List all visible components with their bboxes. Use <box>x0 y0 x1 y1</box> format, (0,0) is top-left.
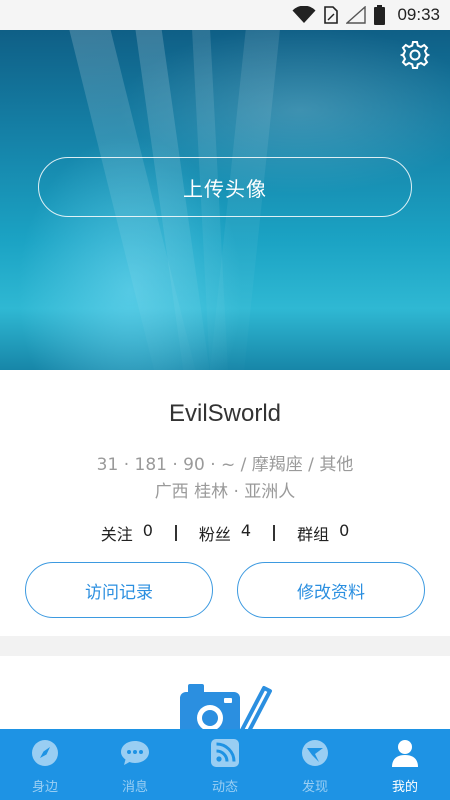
tab-label: 消息 <box>121 780 148 795</box>
compass-icon <box>31 739 59 771</box>
tab-nearby[interactable]: 身边 <box>0 729 90 800</box>
edit-profile-button[interactable]: 修改资料 <box>237 562 425 618</box>
wifi-icon <box>292 6 316 24</box>
discover-icon <box>300 739 330 771</box>
visit-record-button[interactable]: 访问记录 <box>25 562 213 618</box>
tab-label: 身边 <box>31 780 58 795</box>
person-icon <box>391 739 419 771</box>
stat-label: 群组 <box>297 525 330 544</box>
profile-card: EvilSworld 31 · 181 · 90 · ~ / 摩羯座 / 其他 … <box>0 370 450 636</box>
stat-value: 0 <box>339 521 350 540</box>
stat-value: 0 <box>142 521 153 540</box>
gear-icon <box>399 40 431 74</box>
stat-following[interactable]: 关注 0 <box>101 521 153 545</box>
stats-row: 关注 0 粉丝 4 群组 0 <box>0 521 450 545</box>
profile-location-line: 广西 桂林 · 亚洲人 <box>154 482 296 502</box>
stat-groups[interactable]: 群组 0 <box>297 521 349 545</box>
upload-avatar-button[interactable]: 上传头像 <box>38 157 412 217</box>
tab-discover[interactable]: 发现 <box>270 729 360 800</box>
rss-feed-icon <box>211 739 239 771</box>
stat-label: 关注 <box>100 525 133 544</box>
sim-card-icon <box>324 6 339 24</box>
status-time: 09:33 <box>397 5 440 24</box>
bottom-tab-bar: 身边 消息 动态 发现 我的 <box>0 729 450 800</box>
tab-feed[interactable]: 动态 <box>180 729 270 800</box>
signal-icon <box>346 6 367 24</box>
tab-mine[interactable]: 我的 <box>360 729 450 800</box>
profile-info-line: 31 · 181 · 90 · ~ / 摩羯座 / 其他 <box>96 455 354 475</box>
stat-value: 4 <box>240 521 252 540</box>
stat-fans[interactable]: 粉丝 4 <box>199 521 251 545</box>
divider <box>273 525 276 541</box>
chat-bubble-icon <box>120 739 150 771</box>
battery-icon <box>374 5 386 25</box>
tab-label: 发现 <box>301 780 328 795</box>
tab-label: 动态 <box>211 780 238 795</box>
stat-label: 粉丝 <box>198 525 231 544</box>
username: EvilSworld <box>168 400 282 427</box>
settings-button[interactable] <box>398 40 432 74</box>
divider <box>174 525 177 541</box>
status-bar: 09:33 <box>0 0 450 30</box>
tab-messages[interactable]: 消息 <box>90 729 180 800</box>
tab-label: 我的 <box>391 780 418 795</box>
cover-image[interactable]: 上传头像 <box>0 30 450 370</box>
